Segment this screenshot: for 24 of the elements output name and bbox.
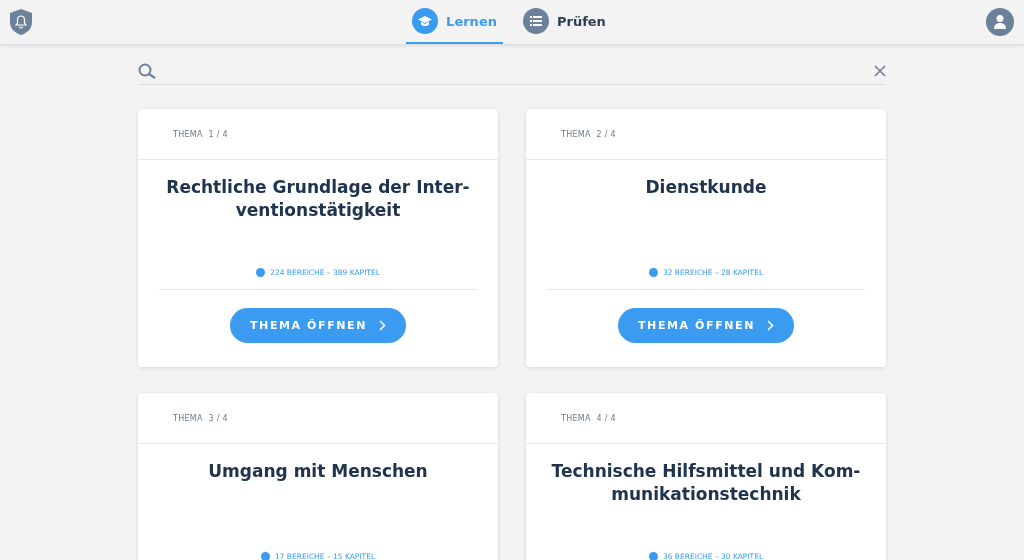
topic-title: Rechtliche Grundlage der Inter- ventionstätigkeit (165, 176, 471, 222)
topic-title: Umgang mit Menschen (207, 460, 429, 483)
user-avatar-icon[interactable] (986, 8, 1014, 36)
topic-number: THEMA 4 / 4 (561, 413, 616, 423)
search-icon (138, 63, 157, 79)
nav-tab[interactable]: Lernen (406, 0, 503, 44)
status-dot (256, 268, 266, 277)
close-icon[interactable] (874, 65, 886, 77)
nav-tab[interactable]: Prüfen (516, 0, 612, 44)
topic-number: THEMA 2 / 4 (561, 129, 616, 139)
list-icon (529, 16, 542, 26)
chevron-right-icon (379, 320, 386, 331)
graduation-cap-icon (418, 15, 433, 27)
topic-title: Technische Hilfsmittel und Kom- munikationstechnik (550, 460, 862, 506)
shield-bell-icon[interactable] (10, 9, 32, 35)
status-dot (260, 552, 270, 560)
open-topic-button[interactable]: THEMA ÖFFNEN (230, 308, 406, 343)
topic-title: Dienstkunde (644, 176, 768, 199)
open-topic-button[interactable]: THEMA ÖFFNEN (618, 308, 794, 343)
status-dot (648, 552, 658, 560)
topic-number: THEMA 3 / 4 (173, 413, 228, 423)
topic-number: THEMA 1 / 4 (173, 129, 228, 139)
chevron-right-icon (767, 320, 774, 331)
status-dot (648, 268, 658, 277)
